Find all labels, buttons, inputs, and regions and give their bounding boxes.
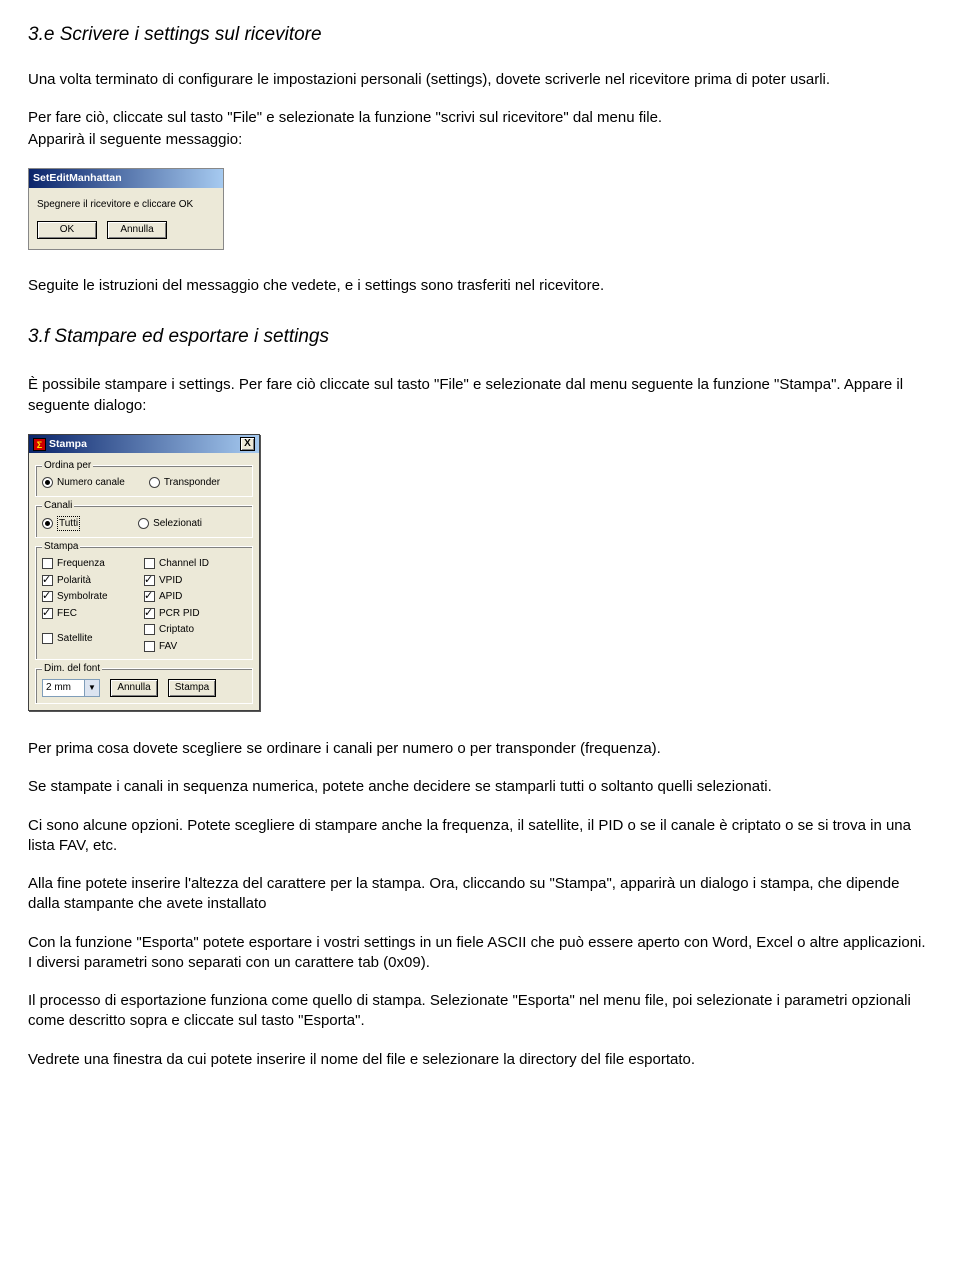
group-dim-font: Dim. del font 2 mm ▼ Annulla Stampa bbox=[35, 668, 253, 704]
checkbox-icon bbox=[144, 608, 155, 619]
check-fec[interactable]: FEC bbox=[42, 607, 144, 621]
check-satellite[interactable]: Satellite bbox=[42, 632, 144, 646]
checkbox-icon bbox=[42, 633, 53, 644]
font-size-select[interactable]: 2 mm ▼ bbox=[42, 679, 100, 697]
check-polarita[interactable]: Polarità bbox=[42, 574, 144, 588]
check-symbolrate[interactable]: Symbolrate bbox=[42, 590, 144, 604]
radio-icon bbox=[42, 477, 53, 488]
check-criptato[interactable]: Criptato bbox=[144, 623, 246, 637]
dialog-title: SetEditManhattan bbox=[29, 169, 223, 187]
paragraph: Ci sono alcune opzioni. Potete scegliere… bbox=[28, 816, 932, 857]
radio-selezionati[interactable]: Selezionati bbox=[138, 517, 202, 531]
check-frequenza[interactable]: Frequenza bbox=[42, 557, 144, 571]
check-pcr-pid[interactable]: PCR PID bbox=[144, 607, 246, 621]
group-stampa: Stampa Frequenza Polarità Symbolrate FEC… bbox=[35, 546, 253, 660]
group-ordina: Ordina per Numero canale Transponder bbox=[35, 465, 253, 497]
group-legend: Canali bbox=[42, 499, 74, 513]
checkbox-icon bbox=[42, 608, 53, 619]
radio-numero-canale[interactable]: Numero canale bbox=[42, 476, 125, 490]
check-label: Satellite bbox=[57, 632, 93, 646]
checkbox-icon bbox=[42, 558, 53, 569]
check-label: Channel ID bbox=[159, 557, 209, 571]
check-apid[interactable]: APID bbox=[144, 590, 246, 604]
group-legend: Ordina per bbox=[42, 459, 93, 473]
radio-icon bbox=[138, 518, 149, 529]
checkbox-icon bbox=[144, 624, 155, 635]
ok-button[interactable]: OK bbox=[37, 221, 97, 239]
section-heading-3f: 3.f Stampare ed esportare i settings bbox=[28, 324, 932, 350]
checkbox-icon bbox=[42, 575, 53, 586]
app-icon: Σ bbox=[33, 438, 46, 451]
checkbox-icon bbox=[144, 575, 155, 586]
message-dialog: SetEditManhattan Spegnere il ricevitore … bbox=[28, 168, 224, 249]
paragraph: Alla fine potete inserire l'altezza del … bbox=[28, 874, 932, 915]
paragraph: Seguite le istruzioni del messaggio che … bbox=[28, 276, 932, 296]
check-vpid[interactable]: VPID bbox=[144, 574, 246, 588]
check-label: APID bbox=[159, 590, 182, 604]
radio-label: Tutti bbox=[57, 516, 80, 532]
radio-transponder[interactable]: Transponder bbox=[149, 476, 220, 490]
print-dialog: Σ Stampa X Ordina per Numero canale Tran… bbox=[28, 434, 260, 711]
paragraph: Apparirà il seguente messaggio: bbox=[28, 130, 932, 150]
check-label: PCR PID bbox=[159, 607, 200, 621]
check-label: Frequenza bbox=[57, 557, 105, 571]
radio-tutti[interactable]: Tutti bbox=[42, 516, 80, 532]
print-button[interactable]: Stampa bbox=[168, 679, 216, 697]
chevron-down-icon: ▼ bbox=[84, 680, 99, 696]
group-legend: Stampa bbox=[42, 540, 80, 554]
paragraph: È possibile stampare i settings. Per far… bbox=[28, 375, 932, 416]
dialog-title: Stampa bbox=[49, 437, 87, 451]
check-label: Criptato bbox=[159, 623, 194, 637]
close-icon[interactable]: X bbox=[240, 437, 255, 451]
paragraph: Se stampate i canali in sequenza numeric… bbox=[28, 777, 932, 797]
check-label: FAV bbox=[159, 640, 177, 654]
check-label: VPID bbox=[159, 574, 182, 588]
paragraph: Con la funzione "Esporta" potete esporta… bbox=[28, 933, 932, 974]
checkbox-icon bbox=[42, 591, 53, 602]
paragraph: Vedrete una finestra da cui potete inser… bbox=[28, 1050, 932, 1070]
radio-icon bbox=[149, 477, 160, 488]
radio-label: Transponder bbox=[164, 476, 220, 490]
radio-label: Numero canale bbox=[57, 476, 125, 490]
cancel-button[interactable]: Annulla bbox=[107, 221, 167, 239]
check-label: FEC bbox=[57, 607, 77, 621]
paragraph: Per fare ciò, cliccate sul tasto "File" … bbox=[28, 108, 932, 128]
select-value: 2 mm bbox=[46, 681, 71, 695]
paragraph: Il processo di esportazione funziona com… bbox=[28, 991, 932, 1032]
dialog-body-text: Spegnere il ricevitore e cliccare OK bbox=[29, 188, 223, 218]
checkbox-icon bbox=[144, 591, 155, 602]
checkbox-icon bbox=[144, 641, 155, 652]
paragraph: Per prima cosa dovete scegliere se ordin… bbox=[28, 739, 932, 759]
radio-label: Selezionati bbox=[153, 517, 202, 531]
cancel-button[interactable]: Annulla bbox=[110, 679, 158, 697]
group-canali: Canali Tutti Selezionati bbox=[35, 505, 253, 539]
paragraph: Una volta terminato di configurare le im… bbox=[28, 70, 932, 90]
group-legend: Dim. del font bbox=[42, 662, 102, 676]
radio-icon bbox=[42, 518, 53, 529]
checkbox-icon bbox=[144, 558, 155, 569]
check-label: Polarità bbox=[57, 574, 91, 588]
dialog-titlebar: Σ Stampa X bbox=[29, 435, 259, 453]
check-label: Symbolrate bbox=[57, 590, 108, 604]
check-channel-id[interactable]: Channel ID bbox=[144, 557, 246, 571]
check-fav[interactable]: FAV bbox=[144, 640, 246, 654]
section-heading-3e: 3.e Scrivere i settings sul ricevitore bbox=[28, 22, 932, 48]
